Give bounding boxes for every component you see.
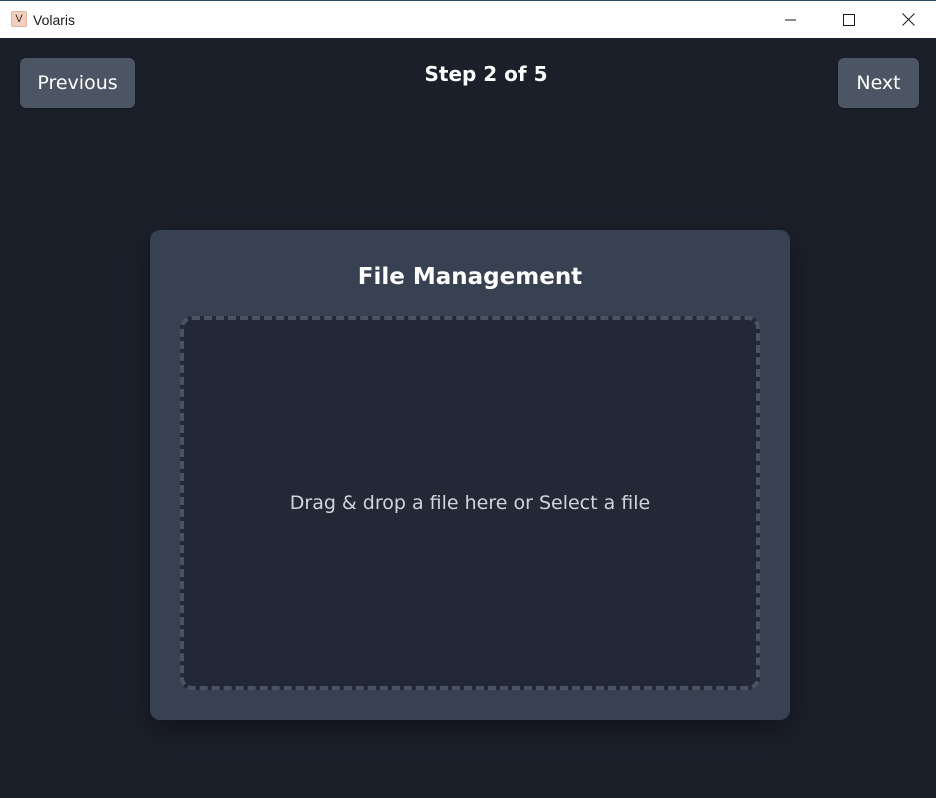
minimize-icon (785, 19, 796, 20)
title-bar: V Volaris (0, 0, 936, 38)
minimize-button[interactable] (768, 1, 814, 38)
card-title: File Management (357, 264, 583, 290)
maximize-icon (843, 13, 855, 26)
close-button[interactable] (885, 1, 931, 38)
step-indicator: Step 2 of 5 (424, 62, 548, 86)
window-title: Volaris (33, 12, 76, 28)
next-button[interactable]: Next (838, 58, 919, 108)
file-management-card: File Management Drag & drop a file here … (150, 230, 790, 720)
app-window: V Volaris Previous Step 2 of 5 Next File… (0, 0, 936, 798)
app-logo-icon: V (11, 11, 27, 27)
close-icon (901, 13, 915, 26)
file-dropzone[interactable]: Drag & drop a file here or Select a file (180, 316, 760, 690)
dropzone-text: Drag & drop a file here or Select a file (289, 492, 651, 514)
maximize-button[interactable] (826, 1, 872, 38)
